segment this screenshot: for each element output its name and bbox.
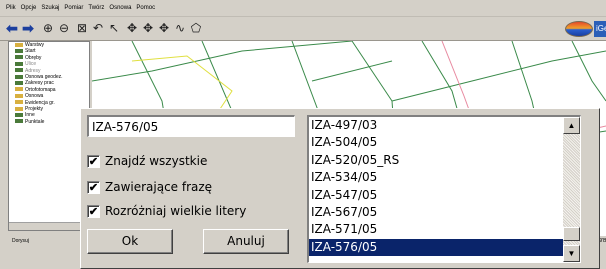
match-case-label: Rozróżniaj wielkie litery <box>105 204 247 218</box>
list-item[interactable]: IZA-520/05_RS <box>309 152 564 169</box>
scroll-thumb[interactable] <box>563 227 580 241</box>
scroll-up-icon[interactable]: ▲ <box>563 117 580 134</box>
menu-item[interactable]: Pomoc <box>136 5 155 11</box>
map-parcel-line <box>571 41 606 102</box>
layer-tree[interactable]: Warstwy Start Obręby Ulice Adresy Osnowa geod… <box>8 41 90 231</box>
match-case-checkbox[interactable]: ✔ <box>87 204 100 218</box>
find-all-checkbox[interactable]: ✔ <box>87 154 100 168</box>
layer-icon <box>15 112 23 117</box>
results-list[interactable]: IZA-497/03 IZA-504/05 IZA-520/05_RS IZA-534… <box>307 115 581 263</box>
tree-item-label: Punktale <box>25 118 45 125</box>
results-list-items: IZA-497/03 IZA-504/05 IZA-520/05_RS IZA-534… <box>309 117 564 257</box>
app-logo-icon <box>565 21 593 37</box>
search-input[interactable] <box>87 115 295 137</box>
menu-item[interactable]: Plik <box>6 5 16 11</box>
tree-item-label: Warstwy <box>25 42 44 48</box>
tree-item-label: Start <box>25 48 36 55</box>
pan-icon[interactable]: ✥ <box>124 20 140 36</box>
zoom-in-icon[interactable]: ⊕ <box>40 20 56 36</box>
layer-icon <box>15 74 23 79</box>
layer-icon <box>15 68 23 73</box>
find-all-option[interactable]: ✔ Znajdź wszystkie <box>87 153 207 169</box>
scroll-down-icon[interactable]: ▼ <box>563 245 580 262</box>
contains-phrase-label: Zawierające frazę <box>105 180 213 194</box>
tree-item-label: Ortofotomapa <box>25 86 56 93</box>
list-item[interactable]: IZA-547/05 <box>309 187 564 204</box>
zoom-extent-icon[interactable]: ⊠ <box>74 20 90 36</box>
zoom-previous-icon[interactable]: ↶ <box>90 20 106 36</box>
cancel-button[interactable]: Anuluj <box>203 229 289 254</box>
tree-item-label: Ewidencja gr. <box>25 99 55 106</box>
list-item[interactable]: IZA-571/05 <box>309 221 564 238</box>
layer-icon <box>15 81 23 86</box>
layer-icon <box>15 61 23 66</box>
list-item[interactable]: IZA-534/05 <box>309 169 564 186</box>
polygon-icon[interactable]: ⬠ <box>188 20 204 36</box>
map-parcel-line <box>92 41 353 82</box>
folder-icon <box>15 42 23 47</box>
folder-icon <box>15 87 23 92</box>
back-arrow-icon[interactable]: ⬅ <box>4 20 20 36</box>
layer-tree-items: Warstwy Start Obręby Ulice Adresy Osnowa geod… <box>9 42 89 125</box>
contains-phrase-option[interactable]: ✔ Zawierające frazę <box>87 179 212 195</box>
toolbar: ⬅ ➡ ⊕ ⊖ ⊠ ↶ ↖ ✥ ✥ ✥ ∿ ⬠ iGeoM <box>0 17 606 41</box>
map-parcel-line <box>311 60 393 82</box>
list-item[interactable]: IZA-567/05 <box>309 204 564 221</box>
layer-tree-scrollbar[interactable] <box>9 222 89 230</box>
map-parcel-line <box>391 50 606 102</box>
results-scrollbar[interactable]: ▲ ▼ <box>563 117 580 262</box>
menu-item[interactable]: Pomiar <box>64 5 83 11</box>
ok-button[interactable]: Ok <box>87 229 173 254</box>
app-logo-label: iGeoM <box>594 21 606 37</box>
tree-item-label: Inne <box>25 112 35 119</box>
pan-all-icon[interactable]: ✥ <box>140 20 156 36</box>
search-dialog: ✔ Znajdź wszystkie ✔ Zawierające frazę ✔… <box>80 108 600 269</box>
zoom-out-icon[interactable]: ⊖ <box>56 20 72 36</box>
menu-item[interactable]: Opcje <box>21 5 37 11</box>
tree-item-label: Obręby <box>25 54 42 61</box>
menu-item[interactable]: Szukaj <box>41 5 59 11</box>
folder-icon <box>15 100 23 105</box>
select-pointer-icon[interactable]: ↖ <box>106 20 122 36</box>
tree-item-label: Osnowa geodez. <box>25 73 63 80</box>
tree-item[interactable]: Punktale <box>9 119 89 125</box>
match-case-option[interactable]: ✔ Rozróżniaj wielkie litery <box>87 203 246 219</box>
layer-icon <box>15 55 23 60</box>
menu-bar: Plik Opcje Szukaj Pomiar Twórz Osnowa Pomoc <box>0 0 606 17</box>
list-item[interactable]: IZA-576/05 <box>309 238 564 257</box>
menu-item[interactable]: Twórz <box>88 5 104 11</box>
tree-item-label: Osnowa <box>25 93 44 100</box>
folder-icon <box>15 93 23 98</box>
list-item[interactable]: IZA-504/05 <box>309 134 564 151</box>
move-icon[interactable]: ✥ <box>156 20 172 36</box>
tree-item-label: Adresy <box>25 67 41 74</box>
list-item[interactable]: IZA-497/03 <box>309 117 564 134</box>
contains-phrase-checkbox[interactable]: ✔ <box>87 180 100 194</box>
forward-arrow-icon[interactable]: ➡ <box>20 20 36 36</box>
menu-item[interactable]: Osnowa <box>109 5 131 11</box>
tree-item-label: Ulice <box>25 61 37 68</box>
layer-icon <box>15 49 23 54</box>
find-all-label: Znajdź wszystkie <box>105 154 208 168</box>
status-left: Dorysuj <box>12 238 29 244</box>
tree-item-label: Zakresy prac <box>25 80 54 87</box>
polyline-icon[interactable]: ∿ <box>172 20 188 36</box>
layer-icon <box>15 119 23 124</box>
folder-icon <box>15 106 23 111</box>
tree-item-label: Projekty <box>25 105 44 112</box>
